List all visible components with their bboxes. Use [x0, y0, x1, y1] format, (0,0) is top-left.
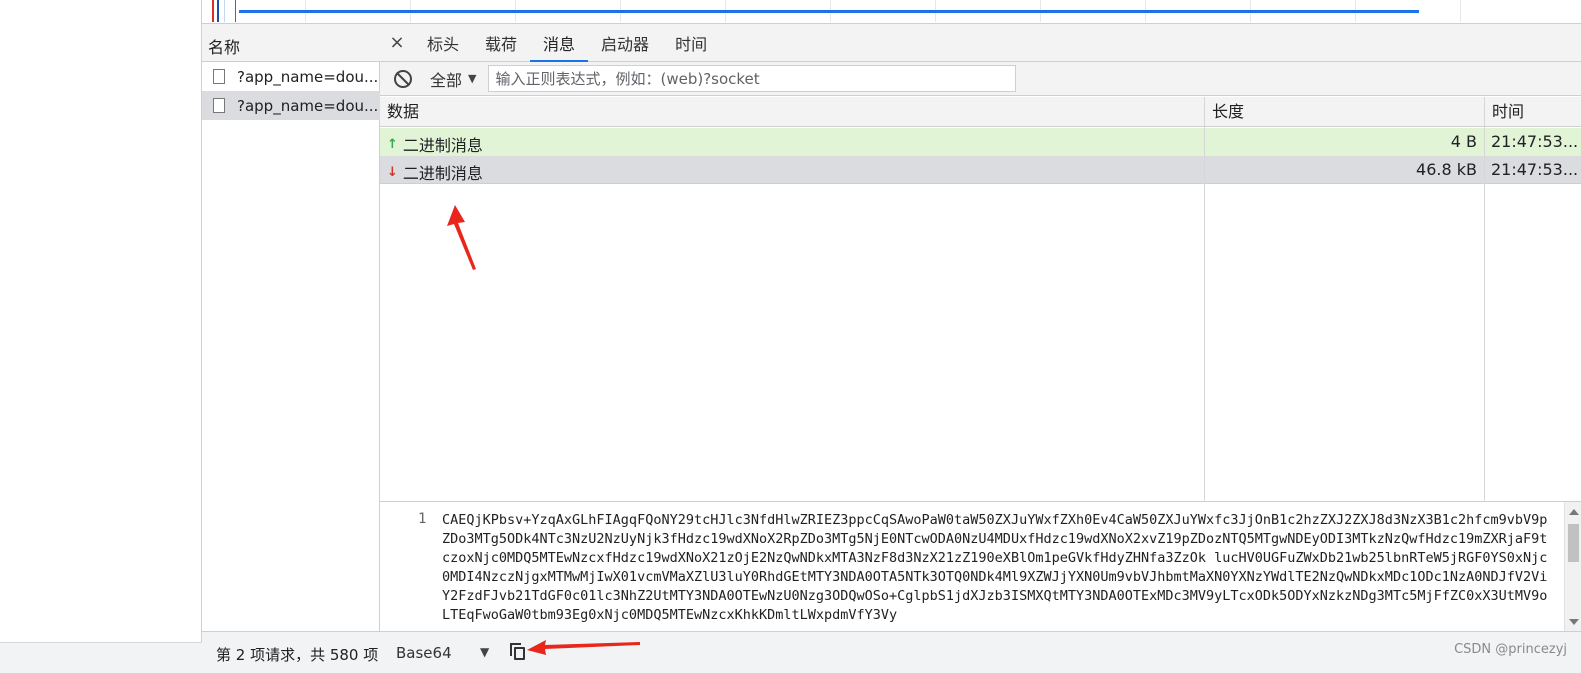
message-row-sent[interactable]: ↑ 二进制消息 4 B 21:47:53...: [380, 128, 1581, 156]
copy-icon[interactable]: [510, 643, 526, 661]
caret-down-icon[interactable]: ▼: [480, 645, 489, 659]
message-length: 4 B: [1450, 132, 1477, 151]
left-blank-area: [0, 0, 202, 673]
request-name: ?app_name=dou...: [237, 96, 379, 115]
payload-text[interactable]: CAEQjKPbsv+YzqAxGLhFIAgqFQoNY29tcHJlc3Nf…: [442, 511, 1550, 625]
message-row-received[interactable]: ↓ 二进制消息 46.8 kB 21:47:53...: [380, 156, 1581, 184]
tab-timing[interactable]: 时间: [662, 24, 720, 61]
message-type-select[interactable]: 全部 ▼: [430, 67, 476, 91]
timeline-gridline: [1460, 0, 1461, 22]
csdn-watermark: CSDN @princezyj: [1454, 642, 1567, 657]
payload-toolbar: Base64 ▼: [380, 631, 1581, 673]
scroll-thumb[interactable]: [1568, 524, 1579, 562]
document-icon: [213, 69, 225, 84]
left-bottom-strip: [0, 642, 202, 673]
message-time: 21:47:53...: [1491, 160, 1579, 179]
timeline-blue-marker: [217, 0, 219, 22]
request-detail-panel: × 标头 载荷 消息 启动器 时间 全部 ▼ 数据 长度 时间 ↑ 二进制消息 …: [380, 24, 1581, 673]
column-header-time[interactable]: 时间: [1485, 97, 1524, 127]
scroll-up-icon[interactable]: [1569, 509, 1579, 515]
tab-headers[interactable]: 标头: [414, 24, 472, 61]
detail-tab-bar: × 标头 载荷 消息 启动器 时间: [380, 24, 1581, 62]
timeline-red-marker: [212, 0, 214, 22]
column-header-data[interactable]: 数据: [380, 97, 419, 127]
column-header-length[interactable]: 长度: [1205, 97, 1244, 127]
tab-initiator[interactable]: 启动器: [588, 24, 662, 61]
message-time: 21:47:53...: [1491, 132, 1579, 151]
requests-panel: 名称 ?app_name=dou... ?app_name=dou... 第 2…: [202, 24, 380, 673]
message-filter-input[interactable]: [488, 65, 1017, 92]
message-data: 二进制消息: [402, 164, 483, 183]
payload-scrollbar[interactable]: [1564, 502, 1581, 631]
request-row-selected[interactable]: ?app_name=dou...: [202, 91, 380, 120]
requests-status-text: 第 2 项请求，共 580 项: [202, 631, 380, 673]
request-name: ?app_name=dou...: [237, 67, 379, 86]
message-payload-viewer[interactable]: 1 CAEQjKPbsv+YzqAxGLhFIAgqFQoNY29tcHJlc3…: [380, 501, 1581, 631]
messages-grid-header: 数据 长度 时间: [380, 97, 1581, 127]
clear-messages-icon[interactable]: [394, 69, 412, 88]
document-icon: [213, 98, 225, 113]
timeline-blue-marker: [235, 0, 236, 22]
arrow-up-icon: ↑: [387, 136, 398, 152]
message-type-label: 全部: [430, 70, 463, 90]
tab-messages[interactable]: 消息: [530, 24, 589, 62]
payload-format-select[interactable]: Base64: [396, 644, 452, 662]
arrow-down-icon: ↓: [387, 164, 398, 180]
column-divider[interactable]: [1484, 97, 1485, 501]
messages-filter-bar: 全部 ▼: [380, 62, 1581, 96]
scroll-down-icon[interactable]: [1569, 619, 1579, 625]
message-data: 二进制消息: [402, 136, 483, 155]
column-divider[interactable]: [1204, 97, 1205, 501]
message-length: 46.8 kB: [1416, 160, 1477, 179]
request-row[interactable]: ?app_name=dou...: [202, 62, 380, 91]
tab-payload[interactable]: 载荷: [472, 24, 530, 61]
timeline-request-bar: [239, 10, 1419, 13]
timeline-light-marker: [224, 0, 225, 22]
close-icon: ×: [389, 32, 405, 53]
close-detail-button[interactable]: ×: [380, 24, 414, 61]
line-number: 1: [418, 511, 427, 527]
caret-down-icon: ▼: [468, 72, 477, 85]
network-overview-timeline[interactable]: [202, 0, 1581, 24]
messages-grid: 数据 长度 时间 ↑ 二进制消息 4 B 21:47:53... ↓ 二进制消息…: [380, 97, 1581, 501]
requests-column-header[interactable]: 名称: [202, 24, 380, 62]
